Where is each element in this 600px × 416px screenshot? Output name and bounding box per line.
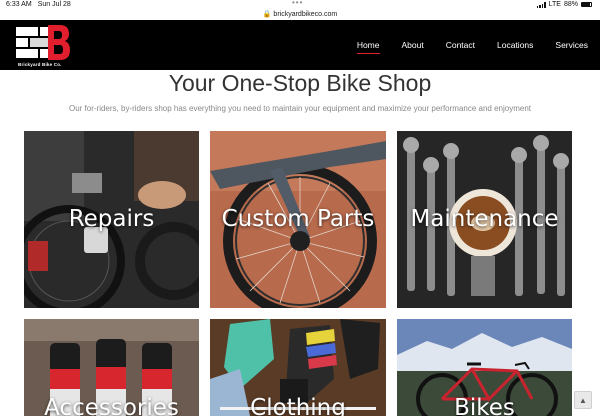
- page-title: Your One-Stop Bike Shop: [168, 70, 432, 96]
- page-subtitle: Our for-riders, by-riders shop has every…: [68, 104, 531, 113]
- tile-label: Custom Parts: [221, 206, 375, 232]
- tile-label: Accessories: [44, 395, 179, 416]
- multitask-dots-icon[interactable]: •••: [292, 0, 303, 7]
- tile-maintenance[interactable]: Maintenance: [397, 131, 572, 308]
- nav-contact[interactable]: Contact: [446, 40, 475, 54]
- tile-label: Maintenance: [410, 206, 559, 232]
- tile-label: Clothing: [250, 395, 346, 416]
- tile-clothing[interactable]: Clothing: [210, 319, 386, 416]
- tile-label: Bikes: [454, 395, 515, 416]
- status-time: 6:33 AM: [6, 1, 32, 8]
- nav-services[interactable]: Services: [555, 40, 588, 54]
- logo-bricks-icon: [16, 25, 70, 60]
- nav-locations[interactable]: Locations: [497, 40, 533, 54]
- logo-text: Brickyard Bike Co.: [18, 62, 62, 67]
- battery-icon: [581, 2, 592, 7]
- status-left: 6:33 AM Sun Jul 28: [6, 1, 71, 8]
- brand-logo[interactable]: Brickyard Bike Co.: [14, 23, 72, 69]
- main-nav: Home About Contact Locations Services: [335, 40, 588, 54]
- arrow-up-icon[interactable]: ▲: [574, 391, 592, 409]
- battery-percent: 88%: [563, 1, 578, 8]
- tile-accessories[interactable]: Accessories: [24, 319, 199, 416]
- status-bar: 6:33 AM Sun Jul 28 ••• 🔒 brickyardbikeco…: [0, 0, 600, 20]
- nav-about[interactable]: About: [402, 40, 424, 54]
- url-text: brickyardbikeco.com: [273, 11, 338, 18]
- network-type: LTE: [548, 1, 561, 8]
- tile-custom-parts[interactable]: Custom Parts: [210, 131, 386, 308]
- tile-bikes[interactable]: Bikes: [397, 319, 572, 416]
- address-bar[interactable]: 🔒 brickyardbikeco.com: [0, 10, 600, 18]
- status-date: Sun Jul 28: [37, 1, 71, 8]
- status-right: LTE 88%: [536, 1, 592, 8]
- nav-home[interactable]: Home: [356, 40, 380, 54]
- site-header: Brickyard Bike Co. Home About Contact Lo…: [0, 20, 600, 70]
- tile-repairs[interactable]: Repairs: [24, 131, 199, 308]
- tile-label: Repairs: [68, 206, 155, 232]
- signal-icon: [536, 1, 546, 8]
